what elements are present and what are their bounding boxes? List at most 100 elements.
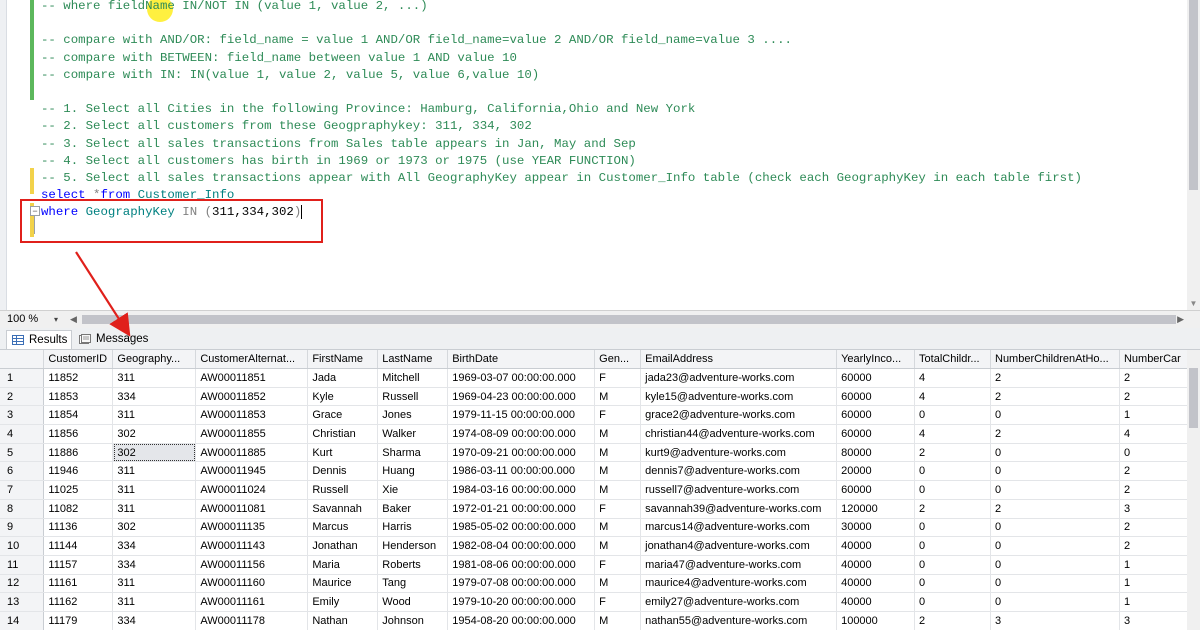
- table-cell[interactable]: Russell: [377, 387, 449, 407]
- table-cell[interactable]: russell7@adventure-works.com: [640, 480, 838, 500]
- table-cell[interactable]: 11162: [43, 592, 114, 612]
- table-cell[interactable]: 1981-08-06 00:00:00.000: [447, 555, 596, 575]
- table-cell[interactable]: 2: [914, 611, 991, 630]
- table-cell[interactable]: M: [594, 387, 642, 407]
- table-cell[interactable]: 2: [990, 424, 1120, 444]
- table-cell[interactable]: AW00011024: [195, 480, 309, 500]
- table-cell[interactable]: 334: [112, 555, 197, 575]
- table-cell[interactable]: 0: [990, 518, 1120, 538]
- table-cell[interactable]: 0: [990, 443, 1120, 463]
- table-cell[interactable]: 0: [990, 405, 1120, 426]
- table-cell[interactable]: AW00011143: [195, 536, 309, 556]
- table-cell[interactable]: kurt9@adventure-works.com: [640, 443, 838, 463]
- table-cell[interactable]: 1979-11-15 00:00:00.000: [447, 405, 596, 426]
- row-number[interactable]: 12: [0, 574, 45, 594]
- table-cell[interactable]: 11157: [43, 555, 114, 575]
- table-cell[interactable]: M: [594, 424, 642, 444]
- table-cell[interactable]: Xie: [377, 480, 449, 500]
- table-cell[interactable]: Wood: [377, 592, 449, 612]
- table-cell[interactable]: M: [594, 480, 642, 500]
- table-cell[interactable]: 40000: [836, 555, 916, 575]
- table-cell[interactable]: Jones: [377, 405, 449, 426]
- column-header[interactable]: YearlyInco...: [836, 350, 916, 369]
- horizontal-scrollbar-thumb[interactable]: [82, 315, 1176, 324]
- table-cell[interactable]: Emily: [307, 592, 379, 612]
- scrollbar-thumb[interactable]: [1189, 0, 1198, 190]
- table-cell[interactable]: jonathan4@adventure-works.com: [640, 536, 838, 556]
- table-cell[interactable]: 1982-08-04 00:00:00.000: [447, 536, 596, 556]
- zoom-select[interactable]: 100 % ▾: [4, 312, 64, 327]
- table-cell[interactable]: dennis7@adventure-works.com: [640, 461, 838, 482]
- table-cell[interactable]: F: [594, 592, 642, 612]
- table-cell[interactable]: F: [594, 368, 642, 388]
- table-cell[interactable]: Savannah: [307, 499, 379, 519]
- column-header[interactable]: BirthDate: [447, 350, 596, 369]
- table-cell[interactable]: jada23@adventure-works.com: [640, 368, 838, 388]
- table-row[interactable]: 2 11853 334 AW00011852 Kyle Russell 1969-04-23…: [0, 387, 1200, 407]
- table-cell[interactable]: 60000: [836, 480, 916, 500]
- table-cell[interactable]: Nathan: [307, 611, 379, 630]
- table-row[interactable]: 6 11946 311 AW00011945 Dennis Huang 1986-03-11…: [0, 461, 1200, 482]
- column-header[interactable]: CustomerAlternat...: [195, 350, 309, 369]
- table-cell[interactable]: AW00011885: [195, 443, 309, 463]
- table-cell[interactable]: 334: [112, 611, 197, 630]
- table-cell[interactable]: Maria: [307, 555, 379, 575]
- table-row[interactable]: 9 11136 302 AW00011135 Marcus Harris 1985-05-0…: [0, 518, 1200, 538]
- column-header[interactable]: FirstName: [307, 350, 379, 369]
- table-cell[interactable]: 0: [990, 536, 1120, 556]
- table-cell[interactable]: 60000: [836, 424, 916, 444]
- table-cell[interactable]: F: [594, 555, 642, 575]
- table-cell[interactable]: 60000: [836, 368, 916, 388]
- table-cell[interactable]: 0: [990, 592, 1120, 612]
- table-cell[interactable]: 311: [112, 574, 197, 594]
- table-cell[interactable]: 11852: [43, 368, 114, 388]
- table-cell[interactable]: nathan55@adventure-works.com: [640, 611, 838, 630]
- row-number[interactable]: 8: [0, 499, 45, 519]
- scroll-right-icon[interactable]: ▶: [1177, 314, 1184, 325]
- table-cell[interactable]: M: [594, 536, 642, 556]
- table-cell[interactable]: 311: [112, 461, 197, 482]
- table-cell[interactable]: AW00011156: [195, 555, 309, 575]
- table-row[interactable]: 10 11144 334 AW00011143 Jonathan Henderson 198…: [0, 536, 1200, 556]
- table-cell[interactable]: 1986-03-11 00:00:00.000: [447, 461, 596, 482]
- column-header[interactable]: NumberChildrenAtHo...: [990, 350, 1120, 369]
- table-cell[interactable]: AW00011160: [195, 574, 309, 594]
- table-row[interactable]: 11 11157 334 AW00011156 Maria Roberts 1981-08-…: [0, 555, 1200, 575]
- table-cell[interactable]: Jonathan: [307, 536, 379, 556]
- table-cell[interactable]: 334: [112, 536, 197, 556]
- table-cell[interactable]: 2: [914, 499, 991, 519]
- table-cell[interactable]: 11082: [43, 499, 114, 519]
- table-cell[interactable]: Marcus: [307, 518, 379, 538]
- table-cell[interactable]: Walker: [377, 424, 449, 444]
- table-cell[interactable]: 0: [990, 574, 1120, 594]
- table-cell[interactable]: 80000: [836, 443, 916, 463]
- table-cell[interactable]: savannah39@adventure-works.com: [640, 499, 838, 519]
- table-cell[interactable]: M: [594, 574, 642, 594]
- table-cell[interactable]: AW00011081: [195, 499, 309, 519]
- table-cell[interactable]: emily27@adventure-works.com: [640, 592, 838, 612]
- row-header-corner[interactable]: [0, 350, 45, 369]
- table-cell[interactable]: 2: [990, 499, 1120, 519]
- table-cell[interactable]: maurice4@adventure-works.com: [640, 574, 838, 594]
- table-cell[interactable]: AW00011135: [195, 518, 309, 538]
- column-header[interactable]: TotalChildr...: [914, 350, 991, 369]
- table-cell[interactable]: Huang: [377, 461, 449, 482]
- table-cell[interactable]: 120000: [836, 499, 916, 519]
- table-cell[interactable]: AW00011945: [195, 461, 309, 482]
- table-cell[interactable]: 11136: [43, 518, 114, 538]
- table-cell[interactable]: 40000: [836, 592, 916, 612]
- table-cell[interactable]: 1970-09-21 00:00:00.000: [447, 443, 596, 463]
- table-cell[interactable]: 0: [990, 461, 1120, 482]
- table-cell[interactable]: AW00011855: [195, 424, 309, 444]
- table-row[interactable]: 3 11854 311 AW00011853 Grace Jones 1979-11-15 …: [0, 405, 1200, 426]
- table-row[interactable]: 7 11025 311 AW00011024 Russell Xie 1984-03-16 …: [0, 480, 1200, 500]
- table-cell[interactable]: 11179: [43, 611, 114, 630]
- table-cell[interactable]: 0: [914, 461, 991, 482]
- table-cell[interactable]: 0: [990, 555, 1120, 575]
- table-cell[interactable]: 311: [112, 480, 197, 500]
- table-cell[interactable]: 2: [990, 368, 1120, 388]
- table-cell[interactable]: 1979-10-20 00:00:00.000: [447, 592, 596, 612]
- table-cell[interactable]: 60000: [836, 387, 916, 407]
- table-cell[interactable]: 302: [112, 424, 197, 444]
- table-cell[interactable]: Harris: [377, 518, 449, 538]
